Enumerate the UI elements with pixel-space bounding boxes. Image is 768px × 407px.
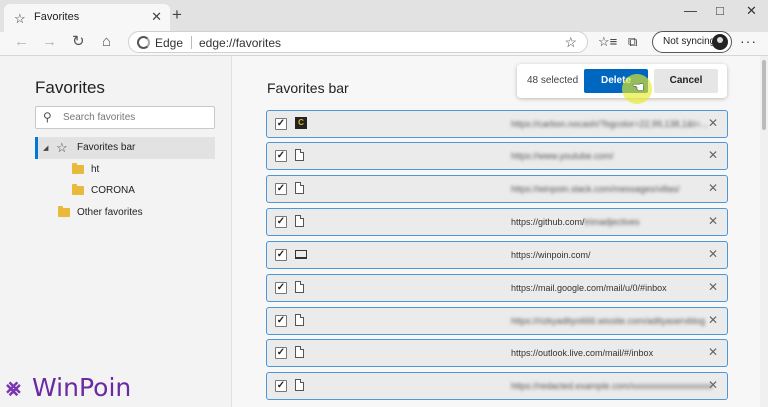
page-icon bbox=[295, 281, 304, 293]
page-icon bbox=[295, 346, 304, 358]
favorite-row[interactable]: ✓ https://github.com/trimadjectives ✕ bbox=[266, 208, 728, 236]
favorite-url: https://redacted.example.com/xxxxxxxxxxx… bbox=[511, 381, 713, 391]
favorite-row[interactable]: ✓ https://rizkyadityo666.wixsite.com/adi… bbox=[266, 307, 728, 335]
checkbox[interactable]: ✓ bbox=[275, 315, 287, 327]
folder-icon bbox=[72, 184, 84, 195]
checkbox[interactable]: ✓ bbox=[275, 118, 287, 130]
search-placeholder: Search favorites bbox=[63, 112, 136, 123]
laptop-favicon-icon bbox=[295, 250, 307, 259]
tab-title: Favorites bbox=[34, 11, 80, 23]
sidebar-item-corona[interactable]: CORONA bbox=[91, 185, 135, 196]
cancel-button[interactable]: Cancel bbox=[654, 69, 718, 93]
favorites-bar-star-icon: ☆ bbox=[56, 140, 68, 155]
hand-cursor-icon: ☚ bbox=[632, 79, 645, 95]
folder-icon bbox=[58, 206, 70, 217]
page-icon bbox=[295, 182, 304, 194]
tab-strip: ☆ Favorites ✕ + — □ ✕ bbox=[0, 0, 768, 32]
page-icon bbox=[295, 379, 304, 391]
checkbox[interactable]: ✓ bbox=[275, 347, 287, 359]
tab-close-icon[interactable]: ✕ bbox=[151, 9, 162, 25]
home-icon[interactable]: ⌂ bbox=[102, 34, 111, 50]
favorite-url: https://outlook.live.com/mail/#/inbox bbox=[511, 348, 654, 358]
favorite-row[interactable]: ✓ https://mail.google.com/mail/u/0/#inbo… bbox=[266, 274, 728, 302]
remove-icon[interactable]: ✕ bbox=[708, 148, 718, 162]
favorite-url: https://carbon.nocash/?bgcolor=22,99,138… bbox=[511, 119, 709, 129]
page-icon bbox=[295, 149, 304, 161]
scroll-thumb[interactable] bbox=[762, 60, 766, 130]
back-icon[interactable]: ← bbox=[14, 34, 29, 50]
remove-icon[interactable]: ✕ bbox=[708, 280, 718, 294]
favorite-url: https://winpoin.com/ bbox=[511, 250, 591, 260]
favorite-url: https://mail.google.com/mail/u/0/#inbox bbox=[511, 283, 667, 293]
search-icon: ⚲ bbox=[43, 110, 52, 124]
favorite-row[interactable]: ✓ C https://carbon.nocash/?bgcolor=22,99… bbox=[266, 110, 728, 138]
remove-icon[interactable]: ✕ bbox=[708, 247, 718, 261]
not-syncing-button[interactable]: Not syncing bbox=[652, 31, 732, 53]
address-separator bbox=[191, 36, 192, 49]
forward-icon[interactable]: → bbox=[42, 34, 57, 50]
page-title: Favorites bar bbox=[267, 80, 349, 96]
checkbox[interactable]: ✓ bbox=[275, 282, 287, 294]
address-bar[interactable]: Edge edge://favorites ☆ bbox=[128, 31, 588, 53]
favorite-url: https://winpoin.slack.com/messages/villa… bbox=[511, 184, 680, 194]
new-tab-icon[interactable]: + bbox=[172, 6, 182, 24]
add-favorite-star-icon[interactable]: ☆ bbox=[564, 34, 577, 51]
checkbox[interactable]: ✓ bbox=[275, 150, 287, 162]
maximize-icon[interactable]: □ bbox=[716, 3, 724, 18]
favorite-row[interactable]: ✓ https://redacted.example.com/xxxxxxxxx… bbox=[266, 372, 728, 400]
minimize-icon[interactable]: — bbox=[684, 3, 697, 18]
blurred-path: trimadjectives bbox=[584, 217, 640, 227]
favorite-row[interactable]: ✓ https://outlook.live.com/mail/#/inbox … bbox=[266, 339, 728, 367]
checkbox[interactable]: ✓ bbox=[275, 249, 287, 261]
checkbox[interactable]: ✓ bbox=[275, 216, 287, 228]
sync-label: Not syncing bbox=[663, 36, 716, 47]
address-brand: Edge bbox=[155, 36, 184, 50]
sidebar-item-ht[interactable]: ht bbox=[91, 164, 99, 175]
winpoin-logo-icon: ⨳ bbox=[6, 374, 21, 401]
address-url[interactable]: edge://favorites bbox=[199, 36, 281, 50]
tab-favorites[interactable]: ☆ Favorites ✕ bbox=[4, 4, 170, 32]
favorite-row[interactable]: ✓ https://winpoin.com/ ✕ bbox=[266, 241, 728, 269]
favorite-url: https://github.com/trimadjectives bbox=[511, 217, 640, 227]
window-close-icon[interactable]: ✕ bbox=[746, 3, 757, 19]
sidebar-title: Favorites bbox=[35, 78, 105, 97]
checkbox[interactable]: ✓ bbox=[275, 380, 287, 392]
collapse-caret-icon[interactable]: ◢ bbox=[43, 144, 48, 152]
sidebar-item-other-favorites[interactable]: Other favorites bbox=[77, 207, 143, 218]
favorites-star-icon: ☆ bbox=[14, 11, 26, 26]
remove-icon[interactable]: ✕ bbox=[708, 313, 718, 327]
watermark-text: WinPoin bbox=[32, 373, 132, 402]
selected-count: 48 selected bbox=[527, 75, 579, 86]
avatar bbox=[712, 34, 728, 50]
favorite-url: https://www.youtube.com/ bbox=[511, 151, 614, 161]
search-favorites-input[interactable]: ⚲ Search favorites bbox=[35, 106, 215, 129]
refresh-icon[interactable]: ↻ bbox=[72, 34, 85, 50]
remove-icon[interactable]: ✕ bbox=[708, 181, 718, 195]
favorite-row[interactable]: ✓ https://www.youtube.com/ ✕ bbox=[266, 142, 728, 170]
favorites-list-icon[interactable]: ☆≡ bbox=[598, 34, 617, 50]
folder-icon bbox=[72, 163, 84, 174]
dark-favicon-icon: C bbox=[295, 117, 307, 129]
remove-icon[interactable]: ✕ bbox=[708, 345, 718, 359]
remove-icon[interactable]: ✕ bbox=[708, 214, 718, 228]
collections-icon[interactable]: ⧉ bbox=[628, 34, 637, 50]
remove-icon[interactable]: ✕ bbox=[708, 378, 718, 392]
checkbox[interactable]: ✓ bbox=[275, 183, 287, 195]
page-icon bbox=[295, 215, 304, 227]
more-options-icon[interactable]: ··· bbox=[740, 33, 757, 49]
sidebar-item-label: Favorites bar bbox=[77, 142, 136, 153]
edge-logo-icon bbox=[137, 36, 150, 49]
favorite-url: https://rizkyadityo666.wixsite.com/adity… bbox=[511, 316, 706, 326]
remove-icon[interactable]: ✕ bbox=[708, 116, 718, 130]
favorite-row[interactable]: ✓ https://winpoin.slack.com/messages/vil… bbox=[266, 175, 728, 203]
page-icon bbox=[295, 314, 304, 326]
